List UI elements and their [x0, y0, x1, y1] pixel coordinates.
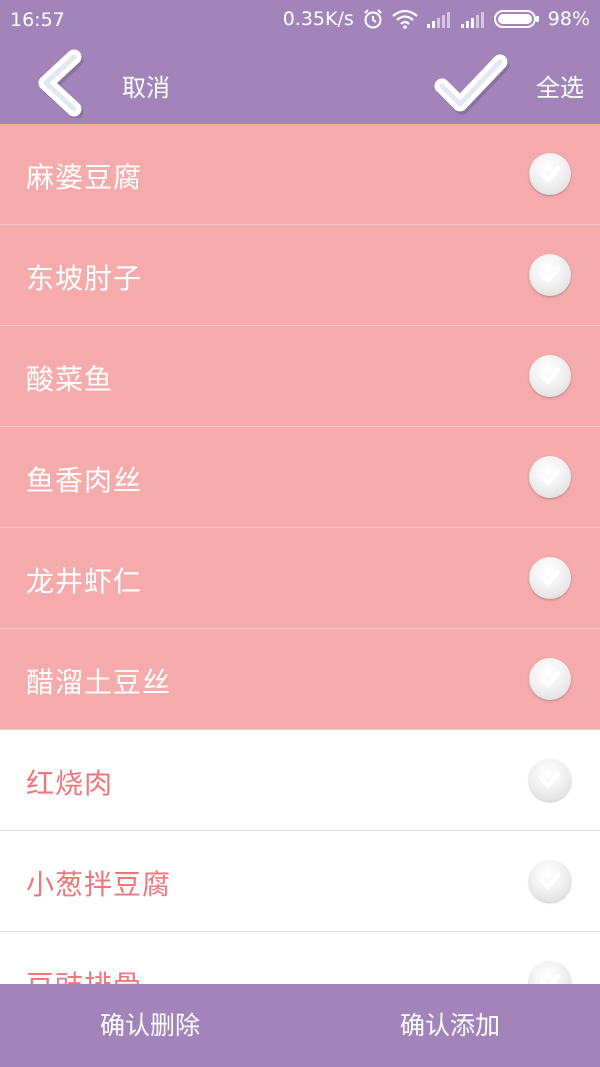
dish-list: 麻婆豆腐 东坡肘子 酸菜鱼 鱼香肉丝 龙井虾仁 醋溜土豆丝 红烧肉 小葱拌豆腐 — [0, 124, 600, 984]
dish-name: 红烧肉 — [26, 767, 114, 800]
dish-row[interactable]: 红烧肉 — [0, 730, 600, 831]
dish-name: 鱼香肉丝 — [26, 464, 143, 497]
dish-name: 东坡肘子 — [26, 262, 143, 295]
status-time: 16:57 — [10, 9, 65, 31]
dish-row[interactable]: 龙井虾仁 — [0, 528, 600, 629]
back-button[interactable] — [30, 48, 90, 120]
alarm-icon — [362, 8, 384, 30]
dish-row[interactable]: 小葱拌豆腐 — [0, 831, 600, 932]
check-circle-icon[interactable] — [529, 254, 571, 296]
check-circle-icon[interactable] — [529, 961, 571, 984]
check-circle-icon[interactable] — [529, 153, 571, 195]
signal-icon — [426, 10, 452, 28]
dish-name: 龙井虾仁 — [26, 565, 143, 598]
status-indicators: 0.35K/s 98% — [283, 8, 590, 30]
check-circle-icon[interactable] — [529, 456, 571, 498]
dish-name: 小葱拌豆腐 — [26, 868, 172, 901]
check-circle-icon[interactable] — [529, 759, 571, 801]
battery-percent: 98% — [547, 8, 590, 30]
dish-name: 麻婆豆腐 — [26, 161, 143, 194]
back-chevron-icon — [38, 49, 84, 120]
check-circle-icon[interactable] — [529, 658, 571, 700]
battery-icon — [493, 9, 540, 29]
select-all-check-button[interactable] — [432, 50, 512, 116]
dish-row[interactable]: 豆豉排骨 — [0, 932, 600, 984]
checkmark-icon — [434, 54, 510, 115]
cancel-button[interactable]: 取消 — [122, 68, 170, 103]
status-bar: 16:57 0.35K/s 98% — [0, 0, 600, 42]
bottom-action-bar: 确认删除 确认添加 — [0, 984, 600, 1067]
dish-row[interactable]: 鱼香肉丝 — [0, 427, 600, 528]
dish-row[interactable]: 东坡肘子 — [0, 225, 600, 326]
dish-name: 酸菜鱼 — [26, 363, 114, 396]
confirm-add-button[interactable]: 确认添加 — [300, 984, 600, 1067]
wifi-icon — [392, 9, 418, 29]
dish-row[interactable]: 醋溜土豆丝 — [0, 629, 600, 730]
check-circle-icon[interactable] — [529, 557, 571, 599]
confirm-delete-button[interactable]: 确认删除 — [0, 984, 300, 1067]
network-speed: 0.35K/s — [282, 8, 354, 30]
select-all-button[interactable]: 全选 — [536, 68, 584, 103]
dish-row[interactable]: 麻婆豆腐 — [0, 124, 600, 225]
check-circle-icon[interactable] — [529, 860, 571, 902]
dish-name: 醋溜土豆丝 — [26, 666, 172, 699]
dish-name: 豆豉排骨 — [26, 964, 142, 984]
dish-row[interactable]: 酸菜鱼 — [0, 326, 600, 427]
check-circle-icon[interactable] — [529, 355, 571, 397]
toolbar: 取消 全选 — [0, 42, 600, 124]
signal-icon — [460, 10, 486, 28]
